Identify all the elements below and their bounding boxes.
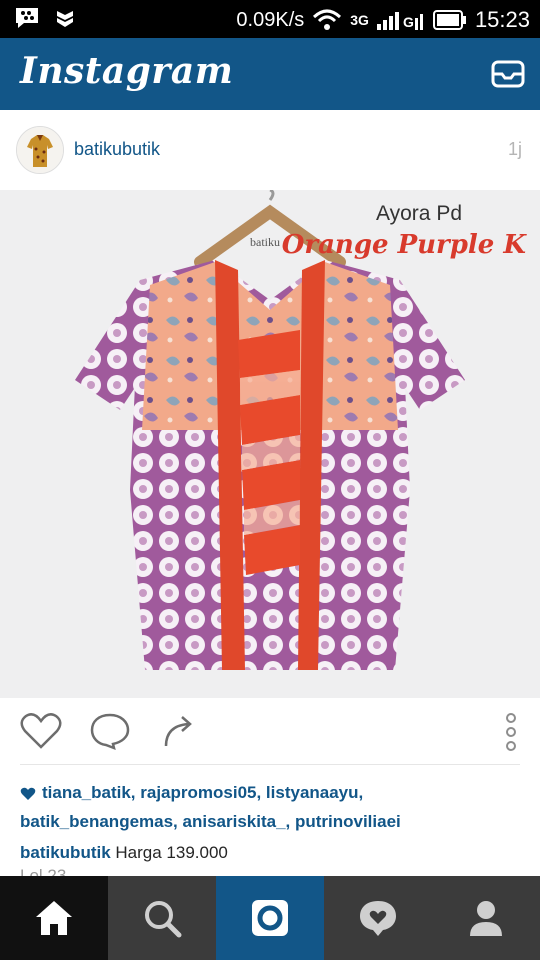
shield-icon	[57, 11, 73, 27]
post-caption: batikubutik Harga 139.000	[20, 840, 228, 866]
svg-text:G: G	[403, 14, 414, 30]
inbox-icon[interactable]	[490, 56, 526, 92]
avatar[interactable]	[16, 126, 64, 174]
search-icon	[145, 901, 182, 938]
network-speed: 0.09K/s	[236, 8, 305, 31]
bottom-nav	[0, 876, 540, 960]
app-header: Instagram	[0, 38, 540, 110]
heart-icon	[20, 787, 36, 800]
nav-home[interactable]	[0, 876, 108, 960]
likes-line-2[interactable]: batik_benangemas, anisariskita_, putrino…	[20, 807, 530, 836]
clock: 15:23	[474, 7, 530, 32]
likes-list[interactable]: tiana_batik, rajapromosi05, listyanaayu,…	[20, 778, 530, 836]
wifi-icon	[313, 9, 342, 30]
status-bar: 0.09K/s 3G G 15:23	[0, 0, 540, 38]
caption-username[interactable]: batikubutik	[20, 843, 111, 862]
hanger-brand: batiku	[250, 235, 280, 249]
post-photo[interactable]: batiku Ayora Pd Orange Purple K	[0, 190, 540, 698]
nav-profile[interactable]	[432, 876, 540, 960]
caption-text: Harga 139.000	[115, 843, 228, 862]
post-header: batikubutik 1j	[0, 110, 540, 191]
network-type: 3G	[350, 12, 369, 28]
home-icon	[36, 901, 72, 935]
activity-icon	[360, 901, 396, 936]
likes-line-1[interactable]: tiana_batik, rajapromosi05, listyanaayu,	[42, 783, 363, 802]
post-time: 1j	[507, 139, 522, 159]
more-text: Lol 23	[20, 866, 67, 876]
nav-activity[interactable]	[324, 876, 432, 960]
instagram-logo[interactable]: Instagram	[20, 50, 233, 92]
photo-subtitle: Orange Purple K	[281, 230, 526, 260]
post-username[interactable]: batikubutik	[74, 139, 160, 160]
heart-icon[interactable]	[20, 712, 62, 750]
bbm-icon	[16, 8, 38, 28]
signal-icon: G	[376, 12, 423, 30]
post-actions	[0, 698, 540, 764]
battery-icon	[432, 10, 466, 30]
nav-search[interactable]	[108, 876, 216, 960]
share-icon[interactable]	[162, 712, 196, 750]
nav-camera[interactable]	[216, 876, 324, 960]
profile-icon	[470, 901, 502, 936]
photo-title: Ayora Pd	[376, 202, 462, 225]
comment-icon[interactable]	[90, 712, 130, 750]
batik-blouse-image: batiku	[75, 190, 465, 670]
camera-icon	[252, 900, 288, 936]
divider	[20, 764, 520, 765]
more-icon[interactable]	[504, 712, 518, 752]
